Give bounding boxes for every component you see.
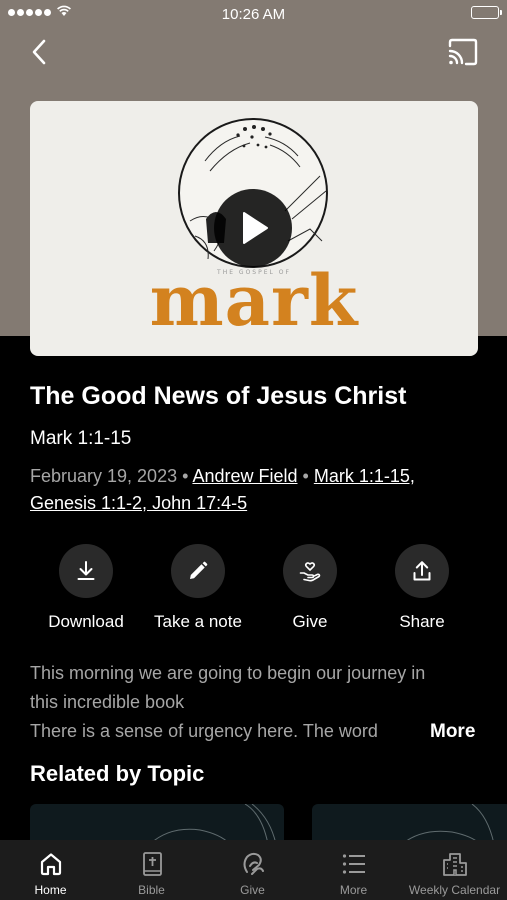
- download-button[interactable]: Download: [30, 543, 142, 638]
- sermon-title: The Good News of Jesus Christ: [30, 382, 407, 410]
- tab-label: More: [339, 883, 368, 897]
- sermon-subtitle: Mark 1:1-15: [30, 428, 132, 449]
- action-row: Download Take a note Give Share: [30, 543, 478, 638]
- tab-weekly-calendar[interactable]: Weekly Calendar: [404, 840, 505, 900]
- give-icon: [243, 852, 264, 875]
- video-thumbnail[interactable]: THE GOSPEL OF mark: [30, 101, 478, 356]
- tab-more[interactable]: More: [303, 840, 404, 900]
- related-card-artwork: [401, 804, 495, 844]
- list-icon: [342, 854, 365, 874]
- take-note-button[interactable]: Take a note: [142, 543, 254, 638]
- back-chevron-icon[interactable]: [24, 36, 56, 68]
- speaker-link[interactable]: Andrew Field: [192, 466, 297, 486]
- give-circle[interactable]: [283, 544, 337, 598]
- related-card[interactable]: [312, 804, 507, 844]
- share-button[interactable]: Share: [366, 543, 478, 638]
- give-icon: [299, 562, 321, 582]
- status-time: 10:26 AM: [221, 6, 286, 23]
- tab-label: Weekly Calendar: [408, 883, 501, 897]
- tab-home[interactable]: Home: [0, 840, 101, 900]
- series-title-mark: mark: [149, 259, 359, 342]
- scripture-link[interactable]: Genesis 1:1-2, John 17:4-5: [30, 493, 247, 513]
- description-line: There is a sense of urgency here. The wo…: [30, 721, 378, 741]
- home-icon: [40, 853, 62, 876]
- download-icon: [77, 561, 95, 580]
- related-section-title: Related by Topic: [30, 761, 205, 786]
- take-note-circle[interactable]: [171, 544, 225, 598]
- sermon-meta: February 19, 2023 • Andrew Field • Mark …: [30, 463, 480, 517]
- bible-icon: [143, 852, 162, 876]
- bottom-tab-bar: Home Bible Give More Weekly Calendar: [0, 840, 507, 900]
- tab-give[interactable]: Give: [202, 840, 303, 900]
- description-line: This morning we are going to begin our j…: [30, 663, 426, 683]
- take-note-label: Take a note: [154, 612, 242, 631]
- play-icon: [243, 212, 268, 244]
- pencil-icon: [190, 561, 208, 579]
- sermon-description: This morning we are going to begin our j…: [30, 659, 480, 746]
- tab-label: Home: [34, 883, 67, 897]
- sermon-date: February 19, 2023: [30, 466, 178, 486]
- related-card[interactable]: [30, 804, 284, 844]
- battery-icon: [471, 6, 502, 19]
- give-label: Give: [292, 612, 328, 631]
- scripture-link[interactable]: Mark 1:1-15,: [314, 466, 415, 486]
- meta-separator: •: [302, 466, 309, 486]
- status-bar: 10:26 AM: [0, 0, 507, 28]
- download-circle[interactable]: [59, 544, 113, 598]
- download-label: Download: [48, 612, 124, 631]
- share-icon: [413, 561, 431, 581]
- share-label: Share: [399, 612, 445, 631]
- tab-bible[interactable]: Bible: [101, 840, 202, 900]
- building-icon: [443, 853, 467, 876]
- related-card-artwork: [149, 804, 277, 844]
- cast-icon[interactable]: [447, 38, 479, 66]
- more-button[interactable]: More: [430, 721, 475, 743]
- play-button[interactable]: [214, 189, 292, 267]
- give-button[interactable]: Give: [254, 543, 366, 638]
- share-circle[interactable]: [395, 544, 449, 598]
- meta-separator: •: [182, 466, 189, 486]
- tab-label: Bible: [138, 883, 165, 897]
- description-line: this incredible book: [30, 692, 185, 712]
- tab-label: Give: [240, 883, 265, 897]
